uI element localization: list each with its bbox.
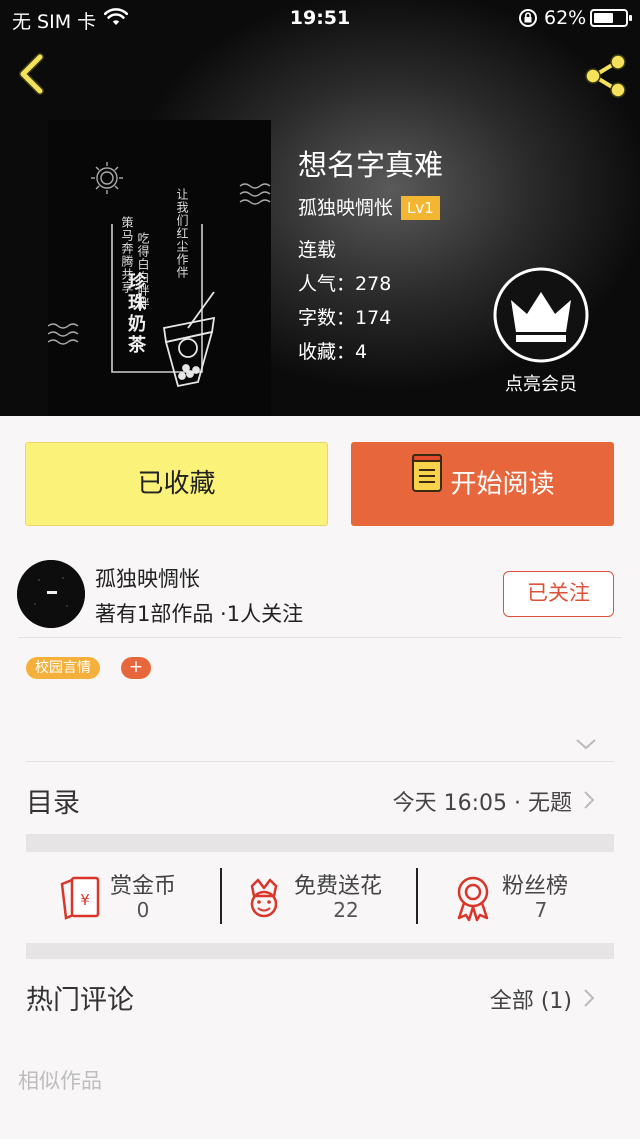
- favorites-value: 4: [355, 341, 368, 363]
- back-arrow-icon: [19, 53, 44, 95]
- fan-ranking-value: 7: [534, 898, 548, 922]
- avatar-image: [17, 560, 85, 628]
- chevron-down-icon: [576, 739, 596, 750]
- flower-icon: [250, 878, 278, 918]
- word-count-label: 字数：: [298, 307, 356, 329]
- start-reading-button[interactable]: 开始阅读: [351, 442, 614, 526]
- back-button[interactable]: [14, 52, 50, 96]
- battery-level: [594, 13, 613, 23]
- battery-percentage: 62%: [544, 7, 587, 29]
- favorites-stat: 收藏：4: [298, 337, 367, 364]
- word-count-stat: 字数：174: [298, 303, 391, 330]
- ribbon-medal-icon: [457, 876, 489, 922]
- toc-title[interactable]: 目录: [26, 781, 80, 820]
- author-name[interactable]: 孤独映惆怅: [95, 563, 200, 593]
- free-flowers-label: 免费送花: [294, 874, 383, 899]
- vip-button[interactable]: [492, 266, 590, 364]
- section-separator: [26, 943, 614, 959]
- start-reading-label: 开始阅读: [450, 469, 555, 500]
- popularity-label: 人气：: [298, 273, 356, 295]
- favorited-button[interactable]: 已收藏: [25, 442, 328, 526]
- book-author-line: 孤独映惆怅 Lv1: [298, 193, 440, 220]
- author-stats: 著有1部作品 ·1人关注: [95, 602, 304, 626]
- followed-button[interactable]: 已关注: [503, 571, 614, 617]
- share-button[interactable]: [582, 52, 630, 100]
- book-title: 想名字真难: [298, 148, 444, 182]
- popularity-value: 278: [355, 273, 392, 295]
- sun-doodle: [91, 162, 123, 194]
- reward-coins-value: 0: [136, 898, 150, 922]
- chevron-right-icon: [584, 989, 595, 1007]
- rotation-lock-icon: [518, 8, 538, 33]
- svg-text:¥: ¥: [80, 891, 90, 909]
- wave-doodle: [47, 183, 271, 345]
- add-tag-button[interactable]: +: [121, 657, 151, 679]
- expand-button[interactable]: [574, 736, 598, 752]
- cover-illustration: [47, 162, 271, 388]
- similar-works-title: 相似作品: [18, 1069, 102, 1093]
- divider: [18, 637, 622, 638]
- section-separator: [26, 834, 614, 852]
- free-flowers[interactable]: 免费送花 22: [222, 866, 418, 926]
- level-badge: Lv1: [401, 196, 440, 220]
- fan-ranking[interactable]: 粉丝榜 7: [418, 866, 614, 926]
- reward-coins[interactable]: ¥ 赏金币 0: [26, 866, 222, 926]
- favorites-label: 收藏：: [298, 341, 356, 363]
- red-envelope-icon: ¥: [60, 876, 100, 920]
- cover-poem-3: 让我们红尘作伴: [175, 188, 189, 279]
- hot-comments-title: 热门评论: [26, 985, 134, 1016]
- vip-label[interactable]: 点亮会员: [492, 370, 590, 396]
- chevron-right-icon: [584, 791, 595, 809]
- popularity-stat: 人气：278: [298, 269, 391, 296]
- crown-icon: [493, 267, 589, 363]
- book-icon: [410, 443, 444, 527]
- share-icon: [585, 54, 626, 98]
- book-cover[interactable]: 策马奔腾共享 吃得白白胖胖 让我们红尘作伴 珍珠奶茶: [47, 120, 271, 416]
- author-avatar[interactable]: [17, 560, 85, 628]
- book-header: 无 SIM 卡 19:51 62% 策马奔腾共享 吃得白白胖胖 让我们红尘作伴 …: [0, 0, 640, 416]
- genre-tag[interactable]: 校园言情: [26, 657, 100, 679]
- word-count-value: 174: [355, 307, 392, 329]
- fan-ranking-label: 粉丝榜: [502, 874, 569, 899]
- serial-status: 连载: [298, 239, 337, 261]
- free-flowers-value: 22: [333, 898, 359, 922]
- reward-coins-label: 赏金币: [110, 874, 177, 899]
- toc-latest-chapter[interactable]: 今天 16:05 · 无题: [393, 785, 572, 817]
- battery-icon: [590, 9, 632, 27]
- cover-title: 珍珠奶茶: [125, 272, 146, 356]
- status-bar: 无 SIM 卡 19:51 62%: [0, 0, 640, 36]
- divider: [26, 761, 614, 762]
- book-author-name[interactable]: 孤独映惆怅: [298, 197, 393, 219]
- all-comments-link[interactable]: 全部 (1): [490, 983, 572, 1015]
